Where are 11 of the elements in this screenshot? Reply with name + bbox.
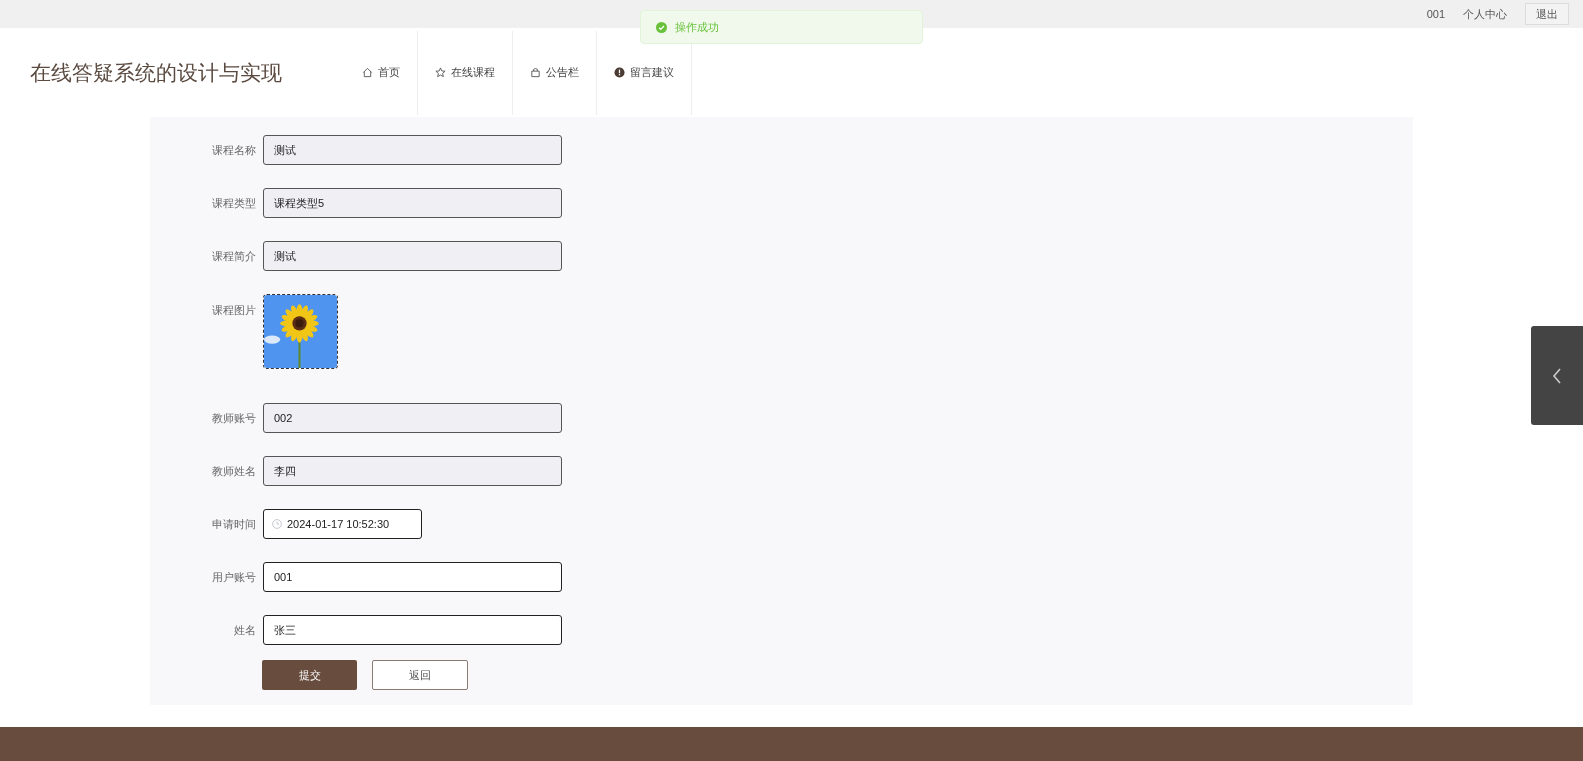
field-label: 用户账号 bbox=[211, 569, 257, 585]
site-title: 在线答疑系统的设计与实现 bbox=[30, 59, 283, 86]
field-label: 申请时间 bbox=[211, 516, 257, 532]
field-label: 教师姓名 bbox=[211, 463, 257, 479]
field-label: 课程图片 bbox=[211, 303, 257, 318]
field-label: 教师账号 bbox=[211, 410, 257, 426]
field-label: 课程简介 bbox=[211, 248, 257, 264]
field-label: 课程类型 bbox=[211, 195, 257, 211]
username: 001 bbox=[1426, 6, 1445, 22]
field-label: 课程名称 bbox=[211, 142, 257, 158]
field-label: 姓名 bbox=[233, 622, 257, 638]
